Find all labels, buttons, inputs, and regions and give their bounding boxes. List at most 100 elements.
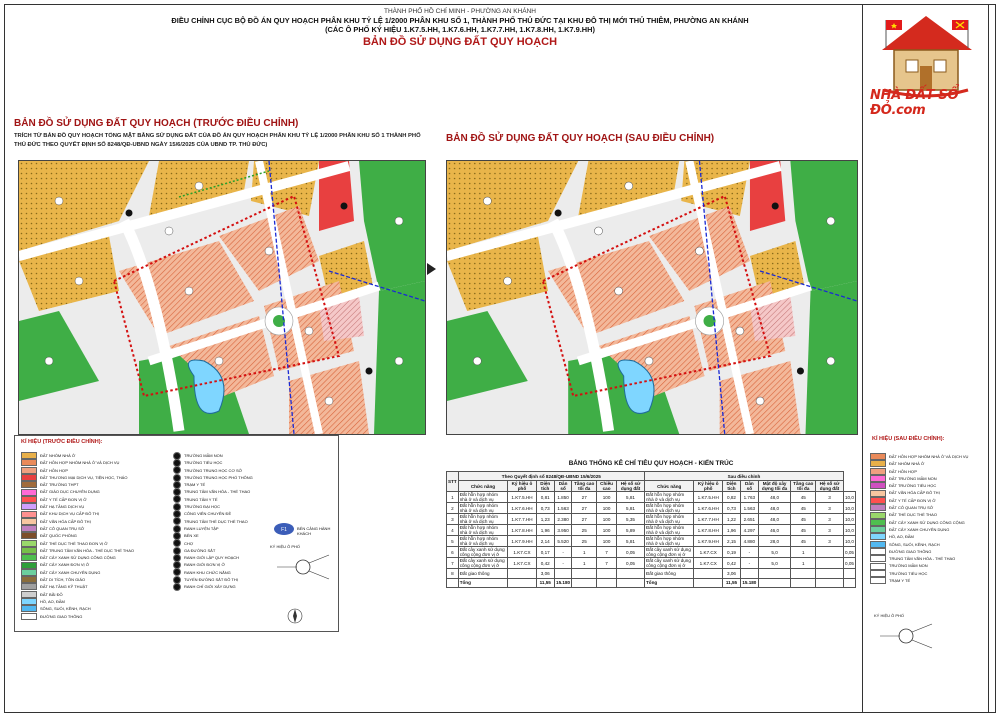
table-row: 1 Đất hỗn hợp nhóm nhà ở và dịch vụ 1.K7.5… — [446, 491, 857, 504]
map-before — [18, 160, 426, 435]
legend-swatch — [21, 547, 37, 554]
legend-after-row: ĐẤT HỖN HỢP — [870, 467, 982, 475]
legend-label: ĐẤT CÂY XANH CHUYÊN DỤNG — [889, 526, 950, 532]
legend-label: SÔNG, SUỐI, KÊNH, RẠCH — [40, 606, 91, 612]
statistics-table-block: BẢNG THỐNG KÊ CHỈ TIÊU QUY HOẠCH - KIẾN … — [446, 460, 857, 589]
table-cell: 1.563 — [553, 502, 573, 515]
legend-symbol-row: RANH GIỚI LẬP QUY HOẠCH — [173, 553, 268, 562]
legend-landuse-row: ĐẤT BÃI ĐỖ — [21, 590, 171, 598]
legend-landuse-row: ĐẤT TRƯỜNG THPT — [21, 481, 171, 489]
legend-swatch — [870, 467, 886, 475]
legend-symbol-row: CÔNG VIÊN CHUYÊN ĐỀ — [173, 510, 268, 519]
legend-swatch — [870, 533, 886, 541]
table-cell: 15.180 — [740, 577, 759, 589]
table-column-header: Hệ số sử dụng đất — [616, 480, 645, 493]
legend-landuse-row: SÔNG, SUỐI, KÊNH, RẠCH — [21, 605, 171, 613]
legend-swatch — [870, 577, 886, 585]
legend-landuse-row: ĐẤT QUỐC PHÒNG — [21, 532, 171, 540]
table-cell — [693, 568, 723, 579]
legend-landuse-row: HỒ, AO, ĐẦM — [21, 598, 171, 606]
legend-symbol-row: RANH CHỈ GIỚI XÂY DỰNG — [173, 583, 268, 591]
legend-after-row: ĐƯỜNG GIAO THÔNG — [870, 548, 982, 555]
legend-label: TRẠM Y TẾ — [889, 578, 911, 584]
legend-label: ĐẤT TRUNG TÂM VĂN HÓA - THỂ DỤC THỂ THAO — [40, 547, 135, 553]
table-cell: 1,23 — [535, 513, 555, 526]
legend-label: ĐẤT HẠ TẦNG KỸ THUẬT — [40, 584, 88, 590]
table-cell: 3 — [815, 502, 844, 515]
legend-label: RANH GIỚI LẬP QUY HOẠCH — [184, 555, 240, 561]
legend-after-row: SÔNG, SUỐI, KÊNH, RẠCH — [870, 540, 982, 548]
table-cell: Đất hỗn hợp nhóm nhà ở và dịch vụ — [457, 524, 509, 537]
legend-label: TRUNG TÂM VĂN HÓA - THỂ THAO — [889, 556, 956, 562]
legend-swatch — [21, 590, 37, 598]
bridge-icon: F1 — [274, 523, 294, 535]
table-cell: 1.763 — [740, 491, 759, 504]
table-cell: 28,0 — [757, 535, 792, 548]
legend-label: ĐẤT QUỐC PHÒNG — [40, 533, 77, 539]
legend-symbol-row: RANH LUYỆN TẬP — [173, 524, 268, 533]
table-column-header: Tầng cao tối đa — [571, 480, 598, 493]
table-cell: 10,0 — [842, 535, 857, 548]
table-cell: 100 — [596, 535, 618, 548]
table-cell: 100 — [596, 491, 618, 504]
table-column-header: Chức năng — [457, 480, 509, 493]
table-cell: Đất hỗn hợp nhóm nhà ở và dịch vụ — [643, 502, 695, 515]
legend-after-row: ĐẤT CÔ QUAN TRỤ SỞ — [870, 504, 982, 512]
table-cell: 46,0 — [757, 524, 792, 537]
table-cell: 48,0 — [757, 502, 792, 515]
table-cell: 1 — [571, 546, 598, 559]
legend-after-row: ĐẤT Y TẾ CẤP ĐƠN VỊ Ở — [870, 496, 982, 504]
table-cell: 3 — [815, 535, 844, 548]
legend-landuse-row: ĐẤT HỖN HỢP — [21, 466, 171, 474]
legend-after: KÍ HIỆU (SAU ĐIỀU CHỈNH): ĐẤT HỖN HỢP NH… — [866, 433, 984, 703]
table-cell: 1 — [790, 557, 817, 570]
table-cell: 100 — [596, 502, 618, 515]
legend-swatch — [870, 504, 886, 512]
table-cell: Đất hỗn hợp nhóm nhà ở và dịch vụ — [457, 491, 509, 504]
table-column-header: Chức năng — [643, 480, 695, 493]
legend-swatch — [870, 518, 886, 526]
legend-label: ĐẤT CÂY XANH SỬ DỤNG CÔNG CỘNG — [40, 555, 116, 561]
legend-symbol-row: TRUNG TÂM VĂN HÓA - THỂ THAO — [173, 488, 268, 497]
legend-after-row: ĐẤT TRƯỜNG MẦM NON — [870, 475, 982, 483]
table-cell: 1.850 — [553, 491, 573, 504]
legend-symbol-row: TRUNG TÂM Y TẾ — [173, 495, 268, 504]
table-cell — [553, 568, 573, 579]
table-cell: 27 — [571, 513, 598, 526]
legend-swatch — [870, 555, 886, 563]
table-cell: 3.950 — [553, 524, 573, 537]
legend-swatch — [870, 562, 886, 570]
legend-label: ĐẤT CÔ QUAN TRỤ SỞ — [40, 525, 85, 531]
col-stt: STT — [446, 470, 459, 493]
table-cell: 0,42 — [721, 557, 742, 570]
legend-symbol-row: TRƯỜNG TRUNG HỌC CƠ SỞ — [173, 466, 268, 475]
table-cell: 10,0 — [842, 491, 857, 504]
legend-label: ĐẤT GIÁO DỤC CHUYÊN DỤNG — [40, 489, 100, 495]
table-cell: 8 — [446, 568, 459, 579]
legend-after-row: ĐẤT HỖN HỢP NHÓM NHÀ Ở VÀ DỊCH VỤ — [870, 453, 982, 461]
legend-label: ĐẤT VĂN HÓA CẤP ĐÔ THỊ — [889, 490, 940, 496]
table-cell: 25 — [571, 535, 598, 548]
legend-swatch — [870, 489, 886, 497]
table-column-header: Ký hiệu ô phố — [693, 480, 723, 493]
table-cell: 1 — [571, 557, 598, 570]
table-row: 2 Đất hỗn hợp nhóm nhà ở và dịch vụ 1.K7.6… — [446, 502, 857, 515]
legend-label: HỒ, AO, ĐẦM — [40, 598, 65, 604]
table-cell: 1.K7.7.HH — [693, 513, 723, 526]
group-after: Sau điều chỉnh — [643, 470, 844, 482]
legend-label: GA ĐƯỜNG SẮT — [184, 547, 216, 553]
legend-after-row: ĐẤT VĂN HÓA CẤP ĐÔ THỊ — [870, 489, 982, 497]
right-map-title: BẢN ĐỒ SỬ DỤNG ĐẤT QUY HOẠCH (SAU ĐIỀU C… — [446, 133, 715, 144]
legend-swatch — [870, 496, 886, 504]
table-cell: 1 — [446, 491, 459, 504]
table-cell: 1.K7.6.HH — [507, 502, 537, 515]
table-cell: 0,17 — [535, 546, 555, 559]
legend-swatch — [21, 539, 37, 547]
left-subtitle-line-1: TRÍCH TỪ BẢN ĐỒ QUY HOẠCH TỔNG MẶT BẰNG … — [14, 133, 421, 139]
table-cell — [790, 568, 817, 579]
table-cell: Đất hỗn hợp nhóm nhà ở và dịch vụ — [643, 491, 695, 504]
legend-label: ĐẤT TRƯỜNG TIỂU HỌC — [889, 483, 937, 489]
table-cell: 27 — [571, 491, 598, 504]
table-cell: Tổng — [457, 577, 509, 589]
table-cell: Đất giao thông — [457, 568, 509, 579]
